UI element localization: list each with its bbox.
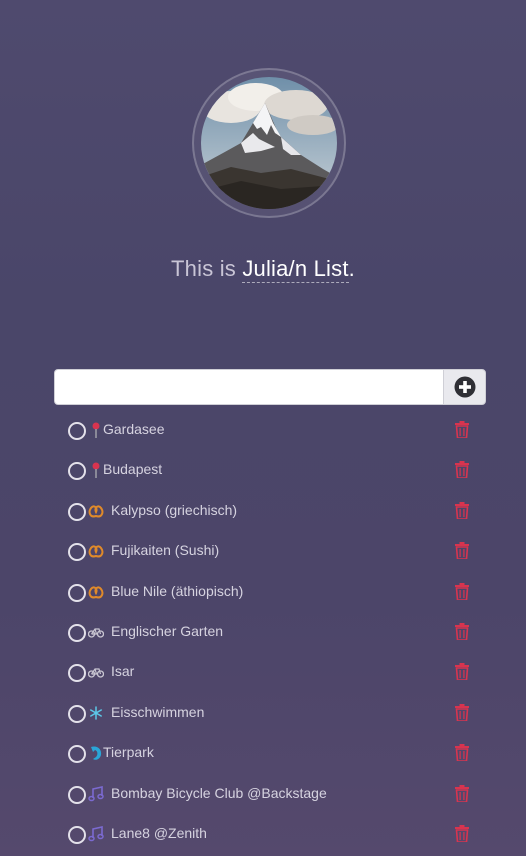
- complete-checkbox[interactable]: [68, 745, 86, 764]
- title-prefix: This is: [171, 256, 243, 281]
- task-label[interactable]: Englischer Garten: [111, 623, 223, 639]
- dolphin-icon: [88, 744, 104, 762]
- pretzel-icon: [88, 542, 104, 560]
- task-list: Gardasee Budapest Kalypso (griechisch) F…: [54, 410, 486, 854]
- trash-icon[interactable]: [455, 663, 469, 681]
- pretzel-icon: [88, 502, 104, 520]
- task-label[interactable]: Gardasee: [103, 421, 164, 437]
- task-label[interactable]: Budapest: [103, 461, 162, 477]
- trash-icon[interactable]: [455, 421, 469, 438]
- trash-icon[interactable]: [455, 461, 469, 479]
- list-item: Blue Nile (äthiopisch): [54, 572, 486, 612]
- trash-icon[interactable]: [455, 824, 469, 842]
- complete-checkbox[interactable]: [68, 543, 86, 562]
- list-item: Englischer Garten: [54, 612, 486, 652]
- music-icon: [88, 825, 104, 843]
- trash-icon[interactable]: [455, 622, 469, 640]
- complete-checkbox[interactable]: [68, 664, 86, 683]
- complete-checkbox[interactable]: [68, 825, 86, 844]
- add-task-form: [54, 369, 486, 405]
- list-item: Bombay Bicycle Club @Backstage: [54, 774, 486, 814]
- list-item: Isar: [54, 652, 486, 692]
- add-task-button[interactable]: [443, 369, 486, 405]
- list-item: Kalypso (griechisch): [54, 491, 486, 531]
- trash-icon[interactable]: [455, 542, 469, 560]
- trash-icon[interactable]: [455, 784, 469, 802]
- complete-checkbox[interactable]: [68, 623, 86, 642]
- trash-icon[interactable]: [455, 582, 469, 600]
- list-item: Eisschwimmen: [54, 693, 486, 733]
- complete-checkbox[interactable]: [68, 704, 86, 723]
- pin-icon: [88, 461, 104, 479]
- music-icon: [88, 785, 104, 803]
- task-label[interactable]: Kalypso (griechisch): [111, 502, 237, 518]
- task-label[interactable]: Isar: [111, 663, 134, 679]
- task-label[interactable]: Eisschwimmen: [111, 704, 204, 720]
- list-item: Fujikaiten (Sushi): [54, 531, 486, 571]
- task-label[interactable]: Blue Nile (äthiopisch): [111, 583, 243, 599]
- list-item: Lane8 @Zenith: [54, 814, 486, 854]
- complete-checkbox[interactable]: [68, 462, 86, 481]
- title-suffix: .: [348, 256, 355, 281]
- list-item: Tierpark: [54, 733, 486, 773]
- avatar-frame: [192, 68, 346, 218]
- complete-checkbox[interactable]: [68, 502, 86, 521]
- snowflake-icon: [88, 704, 104, 722]
- task-label[interactable]: Tierpark: [103, 744, 154, 760]
- list-item: Budapest: [54, 450, 486, 490]
- bicycle-icon: [88, 623, 104, 641]
- page-title: This is Julia/n List.: [0, 256, 526, 283]
- complete-checkbox[interactable]: [68, 583, 86, 602]
- new-task-input[interactable]: [54, 369, 443, 405]
- task-label[interactable]: Lane8 @Zenith: [111, 825, 207, 841]
- bicycle-icon: [88, 663, 104, 681]
- plus-circle-icon: [454, 376, 475, 398]
- complete-checkbox[interactable]: [68, 785, 86, 804]
- pin-icon: [88, 421, 104, 439]
- list-item: Gardasee: [54, 410, 486, 450]
- complete-checkbox[interactable]: [68, 422, 86, 440]
- pretzel-icon: [88, 583, 104, 601]
- avatar: [201, 77, 337, 209]
- task-label[interactable]: Bombay Bicycle Club @Backstage: [111, 785, 327, 801]
- task-label[interactable]: Fujikaiten (Sushi): [111, 542, 219, 558]
- trash-icon[interactable]: [455, 501, 469, 519]
- trash-icon[interactable]: [455, 744, 469, 762]
- trash-icon[interactable]: [455, 703, 469, 721]
- list-name-editable[interactable]: Julia/n List: [242, 256, 349, 283]
